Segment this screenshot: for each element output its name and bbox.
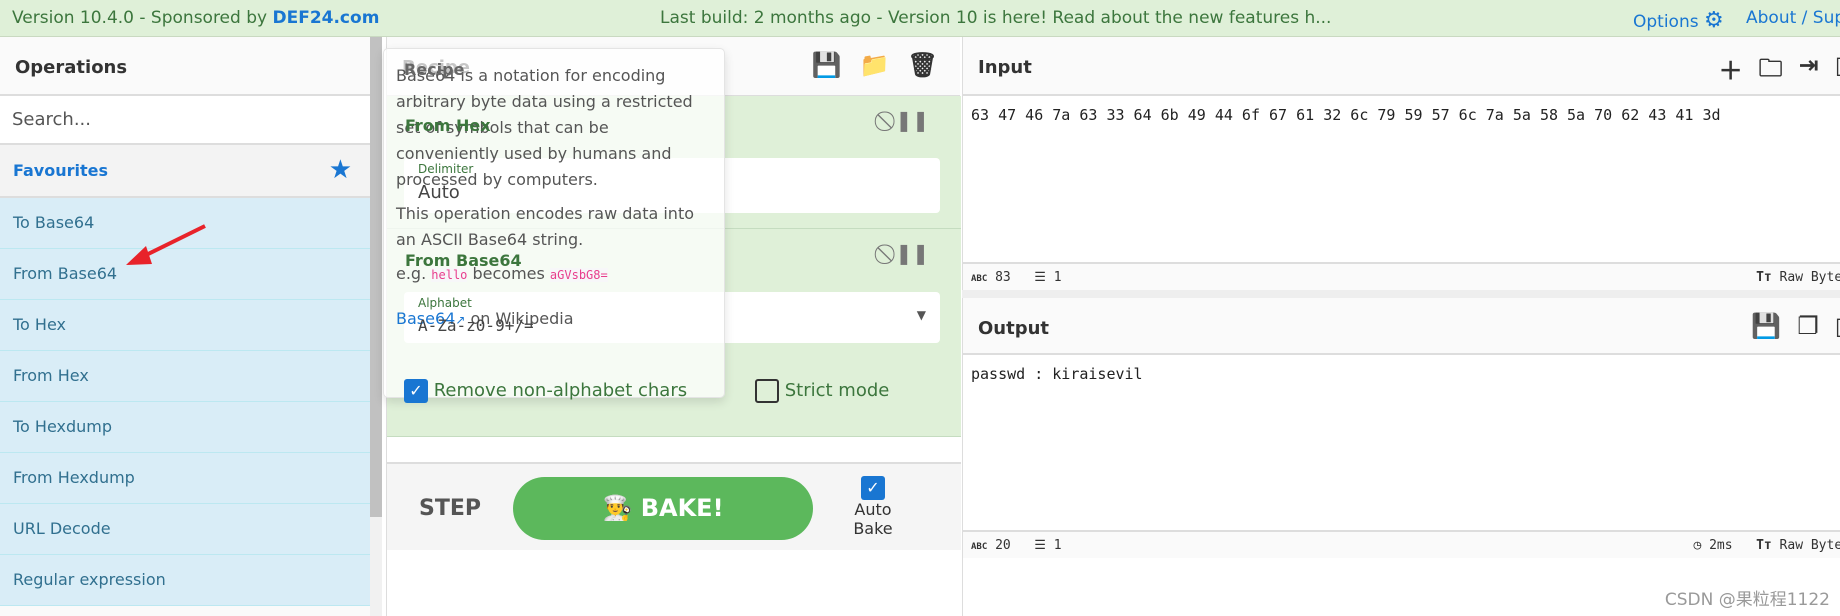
input-encoding[interactable]: Raw Bytes [1780,270,1840,285]
version-text: Version 10.4.0 - Sponsored by DEF24.com [12,8,380,28]
build-notice[interactable]: Last build: 2 months ago - Version 10 is… [660,8,1331,28]
bake-button[interactable]: 👨‍🍳 BAKE! [513,477,813,540]
output-textarea[interactable]: passwd : kiraisevil [963,355,1840,530]
lines-icon: ☰ [1034,270,1046,285]
op-item[interactable]: URL Decode [0,504,370,555]
top-banner: Version 10.4.0 - Sponsored by DEF24.com … [0,0,1840,37]
op-item[interactable]: From Hexdump [0,453,370,504]
folder-icon[interactable]: 🗀 [1759,51,1783,92]
scrollbar-thumb[interactable] [370,37,382,517]
favourites-category[interactable]: Favourites ★ [0,145,370,198]
check-icon: ✓ [404,379,428,403]
star-icon: ★ [328,155,352,185]
trash-icon[interactable]: ▯ [1835,51,1840,92]
panel-resizer[interactable] [962,290,1840,298]
input-textarea[interactable]: 63 47 46 7a 63 33 64 6b 49 44 6f 67 61 3… [963,96,1840,262]
op-item[interactable]: From Hex [0,351,370,402]
plus-icon[interactable]: ＋ [1719,51,1743,92]
strict-mode-checkbox[interactable]: Strict mode [755,379,889,403]
operation-description-popover: Recipe Base64 is a notation for encoding… [383,48,725,398]
open-file-icon[interactable]: ⇥ [1799,51,1819,92]
op-name: From Base64 [405,251,522,270]
clock-icon: ◷ [1693,538,1702,553]
field-label: Alphabet [418,296,472,310]
field-value: A-Za-z0-9+/= [418,316,534,335]
check-icon: ✓ [861,476,885,500]
disable-icon[interactable]: ⃠ ❚❚ [889,241,929,265]
lines-icon: ☰ [1034,538,1046,553]
field-label: Delimiter [418,162,474,176]
operations-panel: Operations Search... Favourites ★ To Base… [0,37,370,616]
output-status-bar: ABC 20 ☰ 1◷ 2ms Tт Raw Bytes [963,530,1840,558]
op-item[interactable]: To Base64 [0,198,370,249]
op-item[interactable]: To Hex [0,300,370,351]
output-encoding[interactable]: Raw Bytes [1780,538,1840,553]
input-panel: Input ＋ 🗀 ⇥ ▯ 63 47 46 7a 63 33 64 6b 49 44… [962,37,1840,290]
save-icon[interactable]: 💾 [812,51,842,79]
op-item[interactable]: From Base64 [0,249,370,300]
save-icon[interactable]: 💾 [1751,312,1781,340]
folder-icon[interactable]: 📁 [860,51,890,79]
watermark: CSDN @果粒程1122 [1664,590,1830,610]
options-button[interactable]: Options ⚙ [1633,8,1724,33]
input-status-bar: ABC 83 ☰ 1Tт Raw Bytes [963,262,1840,290]
sponsor-link[interactable]: DEF24.com [272,8,379,28]
output-panel: Output 💾 ❐ ▯ passwd : kiraisevil ABC 20 ☰ … [962,298,1840,616]
chevron-down-icon: ▼ [916,308,926,322]
bake-bar: STEP 👨‍🍳 BAKE! ✓ Auto Bake [387,462,961,550]
op-item[interactable]: To Hexdump [0,402,370,453]
about-link[interactable]: About / Sup [1746,8,1840,28]
chef-icon: 👨‍🍳 [602,494,633,522]
description-text: This operation encodes raw data into an … [396,204,695,249]
field-value: Auto [418,182,460,203]
copy-icon[interactable]: ❐ [1797,312,1819,340]
replace-input-icon[interactable]: ▯ [1835,312,1840,340]
step-button[interactable]: STEP [419,496,481,521]
output-title: Output [978,318,1050,339]
auto-bake-checkbox[interactable]: ✓ Auto Bake [833,476,913,538]
remove-nonalphabet-checkbox[interactable]: ✓ Remove non-alphabet chars [404,379,687,403]
search-input[interactable]: Search... [0,96,370,145]
gear-icon: ⚙ [1704,8,1724,33]
disable-icon[interactable]: ⃠ ❚❚ [889,108,929,132]
recipe-title-ghost: Recipe [404,60,465,79]
op-item[interactable]: Regular expression [0,555,370,606]
trash-icon[interactable]: 🗑 [908,51,938,79]
input-title: Input [978,57,1032,78]
op-name: From Hex [405,116,491,135]
operations-title: Operations [0,37,370,96]
